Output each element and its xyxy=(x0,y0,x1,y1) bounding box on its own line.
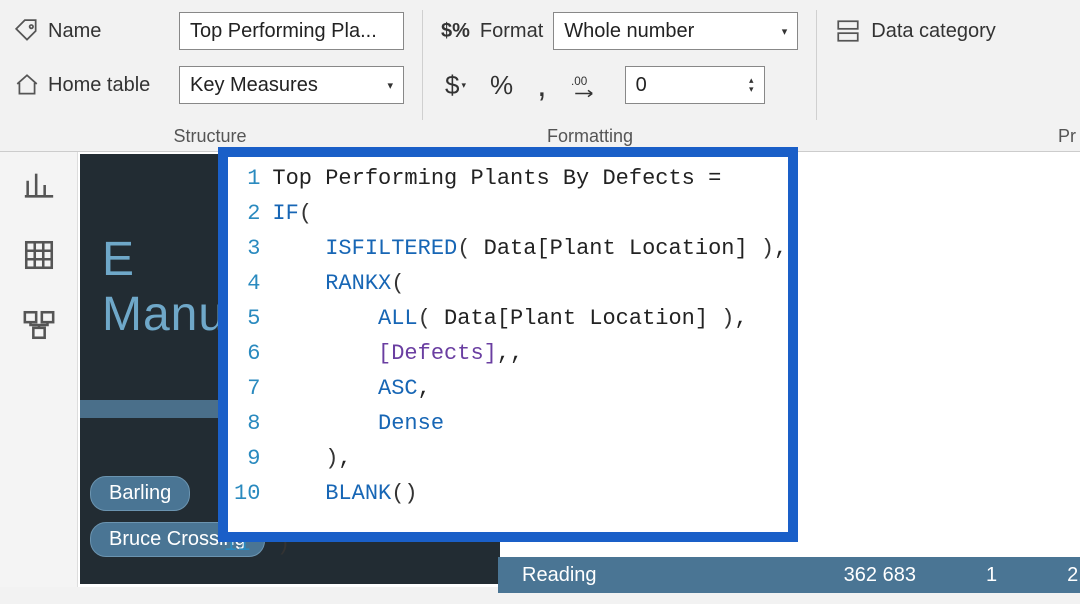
spinner-icon[interactable]: ▴▾ xyxy=(741,76,754,94)
decimals-input[interactable]: 0 ▴▾ xyxy=(625,66,765,104)
format-select[interactable]: Whole number ▾ xyxy=(553,12,798,50)
ribbon-group-properties: Data category xyxy=(817,10,1014,120)
section-label-formatting: Formatting xyxy=(440,126,740,147)
section-label-properties: Pr xyxy=(1058,126,1080,147)
format-value: Whole number xyxy=(564,20,694,43)
name-input-value: Top Performing Pla... xyxy=(190,20,377,43)
thousands-button[interactable]: , xyxy=(533,78,550,92)
format-prefix-icon: $% xyxy=(441,20,470,43)
name-input[interactable]: Top Performing Pla... xyxy=(179,12,404,50)
format-label-text: Format xyxy=(480,20,543,43)
home-table-value: Key Measures xyxy=(190,74,318,97)
table-cell-val2: 1 xyxy=(986,564,997,587)
currency-icon: $ xyxy=(445,70,459,101)
chevron-down-icon: ▾ xyxy=(782,25,788,38)
table-cell-val1: 362 683 xyxy=(844,564,916,587)
table-row: Reading 362 683 1 2.85 xyxy=(498,557,1080,593)
chevron-down-icon: ▾ xyxy=(461,80,466,91)
report-view-icon[interactable] xyxy=(22,168,56,202)
home-table-label: Home table xyxy=(14,72,169,98)
ribbon: Name Top Performing Pla... Home table K xyxy=(0,0,1080,152)
currency-button[interactable]: $ ▾ xyxy=(441,70,470,101)
section-label-structure: Structure xyxy=(100,126,320,147)
data-view-icon[interactable] xyxy=(22,238,56,272)
decimal-button[interactable]: .00 xyxy=(567,72,609,98)
table-cell-val3: 2.85 xyxy=(1067,564,1080,587)
home-icon xyxy=(14,72,40,98)
editor-gutter: 12345678910 xyxy=(228,157,272,532)
data-category-label: Data category xyxy=(871,20,996,43)
data-category-icon xyxy=(835,18,861,44)
ribbon-group-formatting: $% Format Whole number ▾ $ ▾ % , .00 xyxy=(423,10,817,120)
name-label: Name xyxy=(14,18,169,44)
svg-text:.00: .00 xyxy=(571,75,588,88)
left-nav xyxy=(0,152,78,587)
report-title: E Manu xyxy=(102,232,226,342)
dax-editor[interactable]: 12345678910 Top Performing Plants By Def… xyxy=(218,147,798,542)
slicer-item-barling[interactable]: Barling xyxy=(90,476,190,511)
table-cell-label: Reading xyxy=(522,564,597,587)
tag-icon xyxy=(14,18,40,44)
editor-code[interactable]: Top Performing Plants By Defects = IF( I… xyxy=(272,157,788,532)
name-label-text: Name xyxy=(48,20,101,43)
chevron-down-icon: ▾ xyxy=(387,79,393,92)
report-canvas: ✕ ✓ E Manu Barling Bruce Crossing 123456… xyxy=(78,152,1080,587)
decimals-value: 0 xyxy=(636,74,647,97)
model-view-icon[interactable] xyxy=(22,308,56,342)
ribbon-group-structure: Name Top Performing Pla... Home table K xyxy=(14,10,423,120)
percent-button[interactable]: % xyxy=(486,70,517,101)
home-table-label-text: Home table xyxy=(48,74,150,97)
home-table-select[interactable]: Key Measures ▾ xyxy=(179,66,404,104)
